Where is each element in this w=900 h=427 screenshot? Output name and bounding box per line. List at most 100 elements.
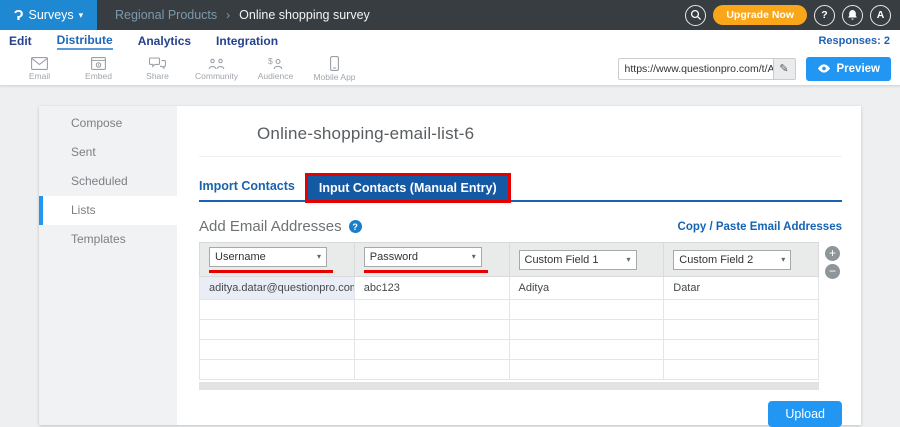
upload-button[interactable]: Upload	[768, 401, 842, 427]
account-button[interactable]: A	[870, 4, 891, 26]
preview-button[interactable]: Preview	[805, 56, 891, 81]
remove-row-button[interactable]: −	[825, 264, 840, 279]
grid-cell[interactable]	[199, 339, 355, 360]
grid-cell[interactable]	[199, 359, 355, 380]
field-select-custom-field-1-value: Custom Field 1	[524, 253, 599, 266]
sidebar-item-lists[interactable]: Lists	[39, 196, 177, 225]
field-select-custom-field-1[interactable]: Custom Field 1 ▾	[518, 249, 637, 270]
grid-cell[interactable]	[199, 299, 355, 320]
breadcrumb-folder[interactable]: Regional Products	[115, 8, 217, 22]
add-email-addresses-title: Add Email Addresses	[199, 218, 342, 235]
row-buttons: + −	[825, 246, 840, 279]
sidebar-item-compose[interactable]: Compose	[39, 109, 177, 138]
edit-url-button[interactable]: ✎	[772, 58, 795, 79]
grid-header-row: Username ▾ Password ▾ Custom Field 1 ▾ C…	[199, 242, 819, 277]
lists-panel: Compose Sent Scheduled Lists Templates O…	[39, 106, 861, 427]
sidebar-item-sent[interactable]: Sent	[39, 138, 177, 167]
nav-tab-distribute[interactable]: Distribute	[56, 33, 113, 50]
grid-cell[interactable]	[353, 359, 510, 380]
contacts-tabbar: Import Contacts Input Contacts (Manual E…	[199, 173, 842, 203]
notifications-button[interactable]	[842, 4, 863, 26]
section-head: Add Email Addresses ? Copy / Paste Email…	[199, 218, 842, 235]
tab-input-contacts-manual-entry[interactable]: Input Contacts (Manual Entry)	[304, 173, 511, 203]
questionpro-logo-icon: Ɂ	[13, 6, 24, 24]
grid-cell[interactable]	[353, 319, 510, 340]
grid-cell-password[interactable]: abc123	[353, 276, 510, 300]
toolbar-audience-button[interactable]: $ Audience	[246, 57, 305, 81]
share-icon	[149, 56, 166, 70]
nav-tab-edit[interactable]: Edit	[9, 34, 32, 48]
field-select-custom-field-2-value: Custom Field 2	[679, 253, 754, 266]
bell-icon	[848, 10, 857, 20]
grid-cell[interactable]	[353, 299, 510, 320]
grid-cell[interactable]	[508, 339, 665, 360]
upload-row: Upload	[199, 401, 842, 427]
survey-url[interactable]: https://www.questionpro.com/t/APNrFZ	[619, 59, 773, 79]
mobile-app-icon	[329, 55, 340, 71]
search-button[interactable]	[685, 4, 707, 26]
grid-cell[interactable]	[663, 319, 819, 340]
grid-row-2	[199, 299, 819, 320]
contacts-grid-wrap: Username ▾ Password ▾ Custom Field 1 ▾ C…	[199, 242, 842, 390]
grid-row-5	[199, 359, 819, 380]
grid-cell[interactable]	[199, 319, 355, 340]
toolbar-embed-button[interactable]: Embed	[69, 56, 128, 81]
plus-icon: +	[828, 246, 836, 260]
toolbar-community-label: Community	[195, 70, 238, 81]
grid-cell[interactable]	[508, 359, 665, 380]
field-select-password[interactable]: Password ▾	[363, 246, 482, 267]
page-body: Compose Sent Scheduled Lists Templates O…	[0, 86, 900, 427]
surveys-app-menu[interactable]: Ɂ Surveys ▾	[0, 0, 97, 30]
grid-cell-custom1[interactable]: Aditya	[508, 276, 665, 300]
chevron-down-icon: ▾	[78, 9, 84, 20]
help-icon[interactable]: ?	[348, 220, 362, 233]
toolbar-community-button[interactable]: Community	[187, 57, 246, 81]
breadcrumb-survey-name: Online shopping survey	[239, 8, 370, 22]
sidebar-item-templates[interactable]: Templates	[39, 225, 177, 254]
help-button[interactable]: ?	[814, 4, 835, 26]
horizontal-scrollbar[interactable]	[199, 382, 819, 390]
field-select-password-value: Password	[369, 250, 419, 263]
tab-import-contacts[interactable]: Import Contacts	[199, 174, 308, 200]
upgrade-now-button[interactable]: Upgrade Now	[713, 5, 807, 25]
nav-tab-analytics[interactable]: Analytics	[138, 34, 191, 48]
grid-row-1: aditya.datar@questionpro.com abc123 Adit…	[199, 276, 819, 300]
topbar-actions: Upgrade Now ? A	[685, 4, 900, 26]
dropdown-arrow-icon: ▾	[781, 255, 786, 264]
toolbar-email-button[interactable]: Email	[10, 56, 69, 81]
grid-cell[interactable]	[353, 339, 510, 360]
toolbar-share-label: Share	[146, 70, 169, 81]
grid-cell-custom2[interactable]: Datar	[663, 276, 819, 300]
community-icon	[208, 57, 225, 70]
embed-icon	[91, 56, 106, 70]
nav-tab-integration[interactable]: Integration	[216, 34, 278, 48]
add-row-button[interactable]: +	[825, 246, 840, 261]
toolbar-right: https://www.questionpro.com/t/APNrFZ ✎ P…	[617, 56, 900, 81]
distribute-toolbar: Email Embed Share Community $ Audience M…	[0, 52, 900, 86]
dropdown-arrow-icon: ▾	[316, 252, 321, 261]
grid-cell[interactable]	[663, 359, 819, 380]
pencil-icon: ✎	[779, 63, 789, 75]
title-divider	[199, 156, 842, 157]
field-select-username-value: Username	[215, 250, 266, 263]
field-select-username[interactable]: Username ▾	[209, 246, 327, 267]
toolbar-share-button[interactable]: Share	[128, 56, 187, 81]
topbar: Ɂ Surveys ▾ Regional Products › Online s…	[0, 0, 900, 30]
email-icon	[31, 56, 48, 70]
toolbar-mobile-app-button[interactable]: Mobile App	[305, 55, 364, 82]
grid-cell-email[interactable]: aditya.datar@questionpro.com	[199, 276, 355, 300]
copy-paste-email-addresses-link[interactable]: Copy / Paste Email Addresses	[678, 221, 842, 233]
grid-cell[interactable]	[663, 339, 819, 360]
dropdown-arrow-icon: ▾	[471, 252, 476, 261]
email-sidebar: Compose Sent Scheduled Lists Templates	[39, 106, 177, 425]
list-detail: Online-shopping-email-list-6 Import Cont…	[177, 106, 861, 427]
grid-cell[interactable]	[508, 299, 665, 320]
toolbar-email-label: Email	[28, 70, 51, 81]
field-select-custom-field-2[interactable]: Custom Field 2 ▾	[673, 249, 792, 270]
contacts-grid: Username ▾ Password ▾ Custom Field 1 ▾ C…	[199, 242, 819, 380]
sidebar-item-scheduled[interactable]: Scheduled	[39, 167, 177, 196]
responses-count[interactable]: Responses: 2	[818, 35, 900, 47]
toolbar-embed-label: Embed	[85, 70, 112, 81]
grid-cell[interactable]	[508, 319, 665, 340]
grid-cell[interactable]	[663, 299, 819, 320]
